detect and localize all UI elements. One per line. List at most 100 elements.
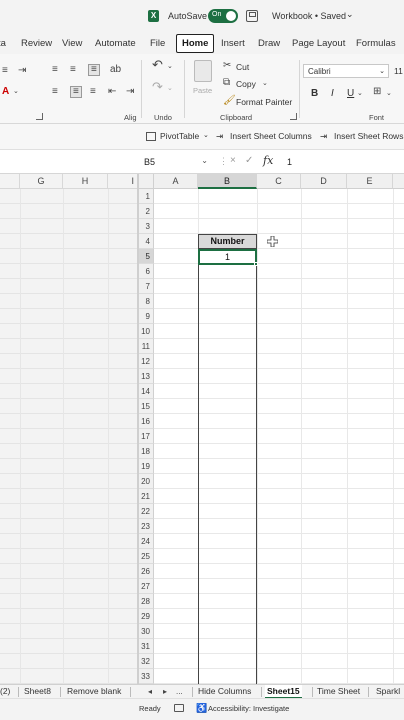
tab-review[interactable]: Review bbox=[21, 38, 52, 49]
row-header[interactable]: 15 bbox=[139, 399, 154, 414]
redo-icon[interactable]: ↷ bbox=[152, 80, 163, 93]
sheet-tab-sparklines[interactable]: Sparkl bbox=[374, 685, 402, 699]
row-header[interactable]: 13 bbox=[139, 369, 154, 384]
row-header[interactable]: 33 bbox=[139, 669, 154, 684]
decrease-indent-icon[interactable]: ⇤ bbox=[108, 87, 116, 97]
align-left-icon[interactable]: ≡ bbox=[2, 66, 8, 76]
row-header[interactable]: 7 bbox=[139, 279, 154, 294]
row-header[interactable]: 17 bbox=[139, 429, 154, 444]
row-header[interactable]: 11 bbox=[139, 339, 154, 354]
align-top-icon[interactable]: ≡ bbox=[52, 65, 58, 75]
row-header[interactable]: 4 bbox=[139, 234, 154, 249]
formula-input[interactable]: 1 bbox=[287, 157, 292, 167]
chevron-down-icon[interactable]: ⌄ bbox=[357, 89, 363, 99]
tab-data[interactable]: ta bbox=[0, 38, 6, 49]
row-header[interactable]: 24 bbox=[139, 534, 154, 549]
chevron-down-icon[interactable]: ⌄ bbox=[386, 89, 392, 99]
chevron-down-icon[interactable]: ⌄ bbox=[167, 84, 173, 94]
row-header[interactable]: 12 bbox=[139, 354, 154, 369]
tab-formulas[interactable]: Formulas bbox=[356, 38, 396, 49]
cut-button[interactable]: Cut bbox=[236, 62, 249, 72]
column-header[interactable]: I bbox=[108, 174, 137, 189]
macro-recording-icon[interactable] bbox=[174, 704, 184, 712]
row-header[interactable]: 8 bbox=[139, 294, 154, 309]
row-header[interactable]: 19 bbox=[139, 459, 154, 474]
cell-b4-header[interactable]: Number bbox=[198, 234, 257, 249]
row-header[interactable]: 31 bbox=[139, 639, 154, 654]
paste-label[interactable]: Paste bbox=[193, 86, 212, 95]
sheet-tab[interactable]: (2) bbox=[0, 685, 12, 699]
row-header[interactable]: 32 bbox=[139, 654, 154, 669]
align-text-left-icon[interactable]: ≡ bbox=[52, 87, 58, 97]
row-header[interactable]: 25 bbox=[139, 549, 154, 564]
column-header-c[interactable]: C bbox=[257, 174, 301, 189]
underline-button[interactable]: U bbox=[347, 88, 354, 99]
format-painter-icon[interactable]: 🖌 bbox=[223, 96, 236, 106]
dialog-launcher-icon[interactable] bbox=[36, 113, 43, 120]
left-split-pane[interactable]: G H I bbox=[0, 174, 137, 684]
align-middle-icon[interactable]: ≡ bbox=[70, 65, 76, 75]
sheet-tab-sheet15[interactable]: Sheet15 bbox=[265, 685, 302, 699]
prev-sheet-icon[interactable]: ◂ bbox=[148, 685, 152, 698]
tab-file[interactable]: File bbox=[150, 38, 165, 49]
active-cell-b5[interactable]: 1 bbox=[198, 249, 258, 266]
insert-function-icon[interactable]: fx bbox=[263, 154, 273, 167]
copy-icon[interactable]: ⧉ bbox=[223, 78, 230, 88]
borders-icon[interactable]: ⊞ bbox=[373, 87, 381, 97]
row-header[interactable]: 2 bbox=[139, 204, 154, 219]
row-header[interactable]: 9 bbox=[139, 309, 154, 324]
pivottable-button[interactable]: PivotTable bbox=[160, 131, 199, 141]
sheet-tab-sheet8[interactable]: Sheet8 bbox=[22, 685, 53, 699]
increase-indent-icon[interactable]: ⇥ bbox=[126, 87, 134, 97]
row-header[interactable]: 23 bbox=[139, 519, 154, 534]
chevron-down-icon[interactable]: ⌄ bbox=[13, 87, 19, 97]
align-bottom-icon[interactable]: ≡ bbox=[88, 64, 100, 76]
save-icon[interactable] bbox=[246, 10, 258, 22]
font-size-select[interactable]: 11 bbox=[394, 66, 403, 76]
row-header[interactable]: 10 bbox=[139, 324, 154, 339]
align-center-icon[interactable]: ≡ bbox=[70, 86, 82, 98]
tab-draw[interactable]: Draw bbox=[258, 38, 280, 49]
column-header-a[interactable]: A bbox=[154, 174, 198, 189]
font-name-select[interactable]: Calibri ⌄ bbox=[303, 64, 389, 78]
chevron-down-icon[interactable]: ⌄ bbox=[167, 62, 173, 72]
format-painter-button[interactable]: Format Painter bbox=[236, 97, 292, 107]
fill-handle[interactable] bbox=[254, 262, 258, 266]
column-header-f[interactable] bbox=[393, 174, 404, 189]
row-header[interactable]: 20 bbox=[139, 474, 154, 489]
enter-icon[interactable]: ✓ bbox=[245, 155, 253, 166]
name-box[interactable]: B5 ⌄ bbox=[140, 155, 210, 169]
sheet-tab-time-sheet[interactable]: Time Sheet bbox=[315, 685, 362, 699]
select-all-corner[interactable] bbox=[139, 174, 154, 189]
row-header[interactable]: 26 bbox=[139, 564, 154, 579]
dialog-launcher-icon[interactable] bbox=[290, 113, 297, 120]
copy-button[interactable]: Copy bbox=[236, 79, 256, 89]
accessibility-icon[interactable]: ♿ bbox=[196, 703, 207, 714]
workbook-title[interactable]: Workbook • Saved bbox=[272, 11, 346, 21]
row-header[interactable]: 28 bbox=[139, 594, 154, 609]
row-header[interactable]: 21 bbox=[139, 489, 154, 504]
row-header[interactable]: 14 bbox=[139, 384, 154, 399]
tab-home[interactable]: Home bbox=[176, 34, 215, 53]
undo-icon[interactable]: ↶ bbox=[152, 58, 163, 71]
cancel-icon[interactable]: × bbox=[230, 155, 236, 166]
column-header-e[interactable]: E bbox=[347, 174, 393, 189]
column-header-b[interactable]: B bbox=[198, 174, 257, 189]
cut-icon[interactable]: ✂ bbox=[223, 61, 231, 71]
chevron-down-icon[interactable]: ⌄ bbox=[203, 131, 209, 139]
accessibility-status[interactable]: Accessibility: Investigate bbox=[208, 704, 289, 713]
tab-insert[interactable]: Insert bbox=[221, 38, 245, 49]
row-header[interactable]: 18 bbox=[139, 444, 154, 459]
row-header[interactable]: 30 bbox=[139, 624, 154, 639]
row-header[interactable]: 1 bbox=[139, 189, 154, 204]
row-header[interactable]: 3 bbox=[139, 219, 154, 234]
more-sheets-icon[interactable]: ... bbox=[176, 685, 183, 698]
row-header[interactable]: 29 bbox=[139, 609, 154, 624]
tab-automate[interactable]: Automate bbox=[95, 38, 136, 49]
row-header[interactable]: 6 bbox=[139, 264, 154, 279]
sheet-tab-remove-blank[interactable]: Remove blank bbox=[65, 685, 123, 699]
insert-rows-button[interactable]: Insert Sheet Rows bbox=[334, 131, 403, 141]
chevron-down-icon[interactable]: ⌄ bbox=[201, 156, 208, 165]
row-header[interactable]: 22 bbox=[139, 504, 154, 519]
next-sheet-icon[interactable]: ▸ bbox=[163, 685, 167, 698]
